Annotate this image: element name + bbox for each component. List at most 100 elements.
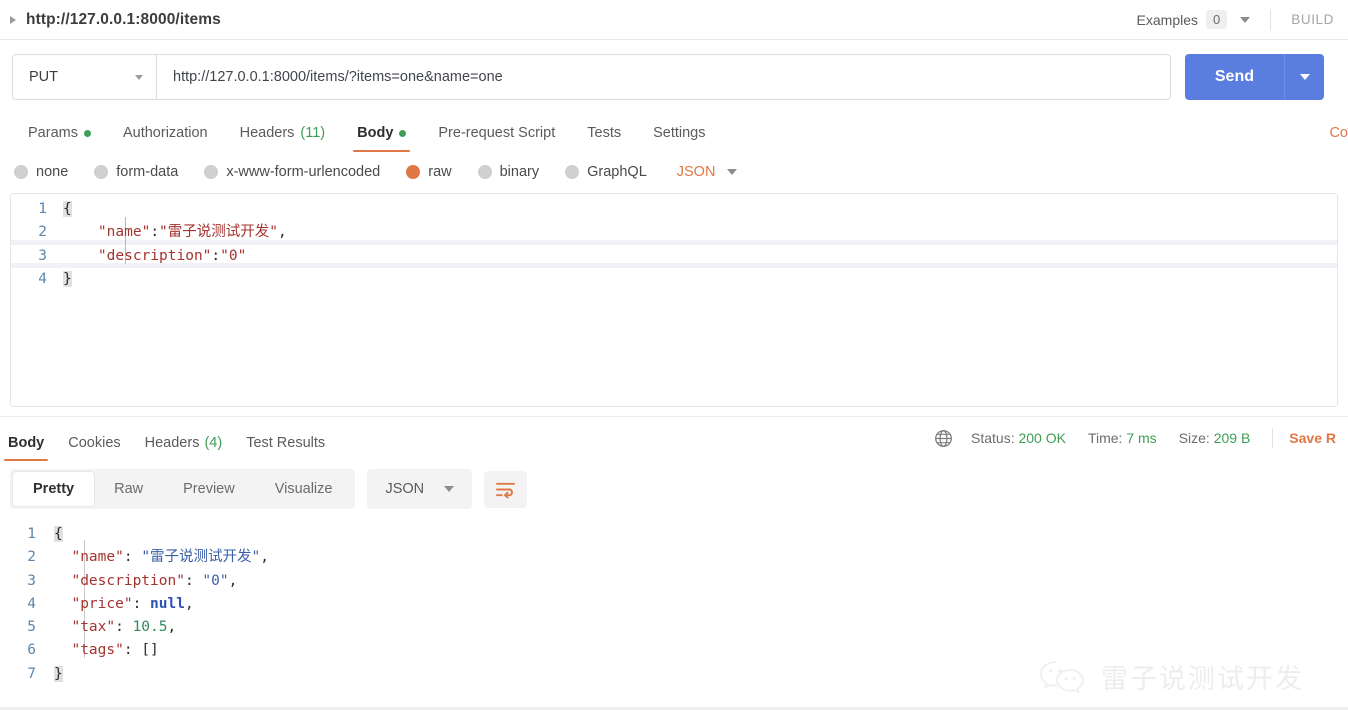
tab-tests[interactable]: Tests xyxy=(571,125,637,152)
line-number: 7 xyxy=(27,665,36,682)
response-body-code: 1 { 2 "name": "雷子说测试开发", 3 "description"… xyxy=(0,523,1348,686)
body-type-graphql-label: GraphQL xyxy=(587,164,647,180)
body-type-raw-label: raw xyxy=(428,164,452,180)
line-number: 3 xyxy=(38,247,47,264)
line-number: 4 xyxy=(38,270,47,287)
code-line: 2 "name":"雷子说测试开发", xyxy=(11,221,1337,244)
network-globe-icon[interactable] xyxy=(934,429,953,448)
code-line: 1 { xyxy=(11,198,1337,221)
tab-headers-label: Headers xyxy=(239,125,295,141)
response-tab-headers[interactable]: Headers (4) xyxy=(133,435,235,461)
code-line-text: "description":"0" xyxy=(63,247,247,264)
collapse-triangle-icon[interactable] xyxy=(10,15,16,24)
body-type-urlencoded[interactable]: x-www-form-urlencoded xyxy=(204,164,380,180)
radio-graphql-icon xyxy=(565,165,580,179)
tab-headers[interactable]: Headers (11) xyxy=(224,125,342,152)
tab-headers-count: (11) xyxy=(300,125,326,141)
examples-label: Examples xyxy=(1136,11,1198,28)
body-format-chevron-down-icon xyxy=(727,169,738,175)
response-tab-test-results-label: Test Results xyxy=(246,435,326,451)
send-button[interactable]: Send xyxy=(1184,54,1284,100)
response-tab-headers-label: Headers xyxy=(144,435,200,451)
code-line-text: "tax": 10.5, xyxy=(54,619,177,636)
word-wrap-toggle[interactable] xyxy=(484,470,528,508)
body-type-binary-label: binary xyxy=(499,164,540,180)
body-type-selector: none form-data x-www-form-urlencoded raw… xyxy=(0,152,1348,193)
build-button[interactable]: BUILD xyxy=(1291,12,1334,27)
body-type-graphql[interactable]: GraphQL xyxy=(565,164,647,180)
code-line: 4 } xyxy=(11,268,1337,291)
line-number: 6 xyxy=(27,642,36,659)
tab-params[interactable]: Params xyxy=(12,125,107,152)
status-code-stat: Status: 200 OK xyxy=(971,430,1066,446)
response-tab-cookies-label: Cookies xyxy=(68,435,121,451)
line-number: 2 xyxy=(38,224,47,241)
response-format-select[interactable]: JSON xyxy=(367,469,473,509)
send-chevron-down-icon xyxy=(1299,74,1310,80)
code-line: 1 { xyxy=(0,523,1348,546)
code-line-text: "price": null, xyxy=(54,595,194,612)
response-body-viewer[interactable]: 1 { 2 "name": "雷子说测试开发", 3 "description"… xyxy=(0,517,1348,695)
code-line: 4 "price": null, xyxy=(0,593,1348,616)
code-line-text: "description": "0", xyxy=(54,572,238,589)
code-line: 5 "tax": 10.5, xyxy=(0,616,1348,639)
view-mode-raw[interactable]: Raw xyxy=(94,472,163,506)
time-label: Time: xyxy=(1087,430,1123,446)
body-type-form-data-label: form-data xyxy=(116,164,179,180)
body-type-form-data[interactable]: form-data xyxy=(94,164,178,180)
response-status-group: Status: 200 OK Time: 7 ms Size: 209 B Sa… xyxy=(934,428,1336,450)
code-line: 3 "description":"0" xyxy=(11,245,1337,268)
response-tab-test-results[interactable]: Test Results xyxy=(234,435,337,461)
radio-form-data-icon xyxy=(94,165,109,179)
response-tab-cookies[interactable]: Cookies xyxy=(56,435,132,461)
http-method-select[interactable]: PUT xyxy=(12,54,156,100)
examples-count-badge: 0 xyxy=(1206,10,1228,29)
url-value: http://127.0.0.1:8000/items/?items=one&n… xyxy=(173,69,503,85)
url-input[interactable]: http://127.0.0.1:8000/items/?items=one&n… xyxy=(156,54,1171,100)
response-format-value: JSON xyxy=(385,481,425,497)
code-line-text: "name": "雷子说测试开发", xyxy=(54,549,270,566)
tab-authorization[interactable]: Authorization xyxy=(107,125,224,152)
response-tab-body-label: Body xyxy=(8,435,45,451)
request-header-bar: http://127.0.0.1:8000/items Examples 0 B… xyxy=(0,0,1348,40)
request-title: http://127.0.0.1:8000/items xyxy=(26,10,221,28)
body-type-raw[interactable]: raw xyxy=(406,164,452,180)
tab-params-label: Params xyxy=(28,125,78,141)
line-number: 1 xyxy=(38,201,47,217)
header-right-controls: Examples 0 BUILD xyxy=(1136,8,1334,31)
params-modified-dot-icon xyxy=(83,129,91,137)
tab-pre-request-script[interactable]: Pre-request Script xyxy=(422,125,571,152)
line-number: 2 xyxy=(27,549,36,566)
body-type-binary[interactable]: binary xyxy=(477,164,540,180)
request-body-editor[interactable]: 1 { 2 "name":"雷子说测试开发", 3 "description":… xyxy=(10,193,1338,407)
code-line: 6 "tags": [] xyxy=(0,639,1348,662)
line-number: 3 xyxy=(27,572,36,589)
send-options-button[interactable] xyxy=(1284,54,1324,100)
status-label: Status: xyxy=(971,430,1015,446)
save-response-button[interactable]: Save R xyxy=(1289,430,1336,446)
tab-settings[interactable]: Settings xyxy=(637,125,721,152)
time-stat: Time: 7 ms xyxy=(1088,430,1157,446)
body-modified-dot-icon xyxy=(399,129,407,137)
code-line: 7 } xyxy=(0,663,1348,686)
tab-body[interactable]: Body xyxy=(341,125,422,152)
response-format-chevron-down-icon xyxy=(444,486,455,492)
body-type-none[interactable]: none xyxy=(14,164,68,180)
radio-binary-icon xyxy=(477,165,492,179)
view-mode-preview[interactable]: Preview xyxy=(163,472,255,506)
view-mode-visualize[interactable]: Visualize xyxy=(255,472,353,506)
body-format-select[interactable]: JSON xyxy=(677,164,738,180)
response-tab-body[interactable]: Body xyxy=(0,435,56,461)
postman-window: http://127.0.0.1:8000/items Examples 0 B… xyxy=(0,0,1348,710)
word-wrap-icon xyxy=(496,482,516,498)
body-type-none-label: none xyxy=(36,164,69,180)
examples-chevron-down-icon[interactable] xyxy=(1240,16,1251,23)
size-label: Size: xyxy=(1178,430,1210,446)
cookies-link-truncated[interactable]: Co xyxy=(1329,125,1348,141)
response-header-bar: Body Cookies Headers (4) Test Results St… xyxy=(0,417,1348,461)
view-mode-pretty[interactable]: Pretty xyxy=(13,472,95,506)
request-body-code: 1 { 2 "name":"雷子说测试开发", 3 "description":… xyxy=(11,194,1337,291)
code-line-text: "name":"雷子说测试开发", xyxy=(63,224,287,241)
response-tabs: Body Cookies Headers (4) Test Results xyxy=(0,417,337,461)
url-bar: PUT http://127.0.0.1:8000/items/?items=o… xyxy=(0,40,1348,112)
